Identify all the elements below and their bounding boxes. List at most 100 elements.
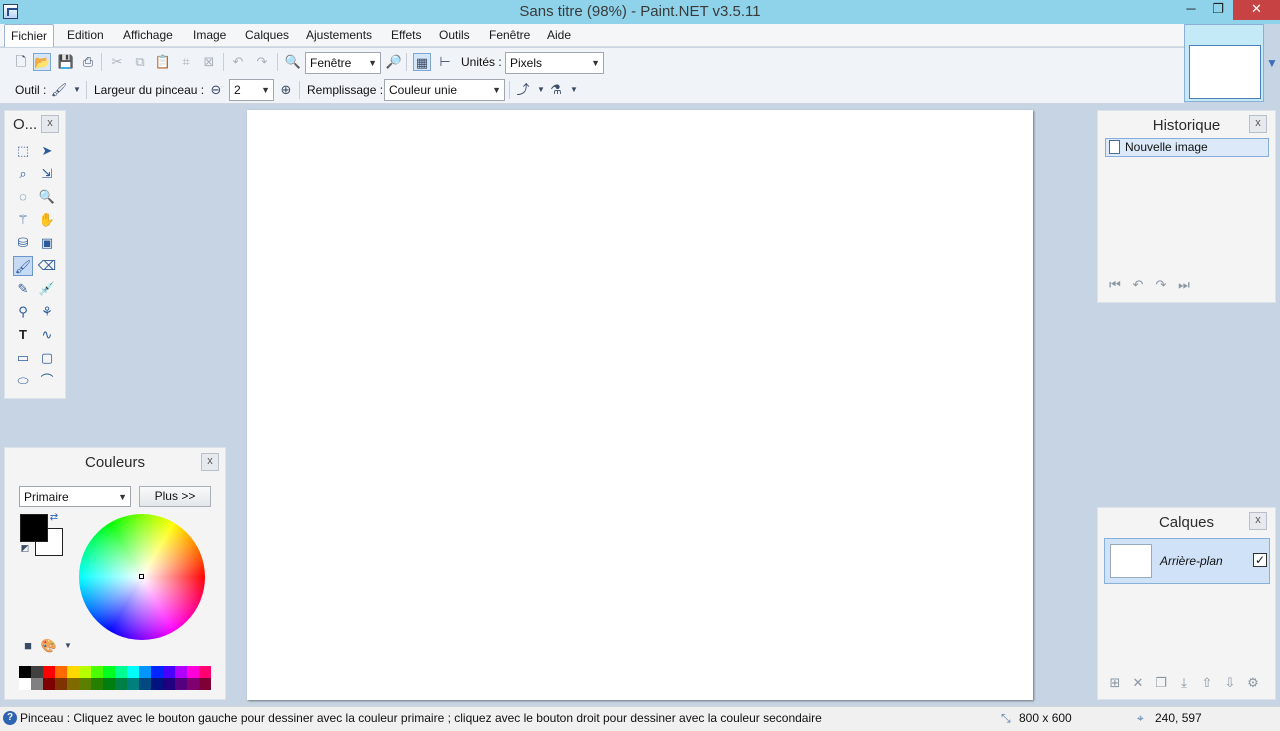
rectangle-shape-icon[interactable]: ▭ (13, 348, 33, 368)
palette-swatch[interactable] (163, 666, 175, 678)
save-icon[interactable]: 💾 (57, 53, 75, 71)
pencil-icon[interactable]: ✎ (13, 279, 33, 299)
freeform-shape-icon[interactable]: ⌒ (37, 371, 57, 391)
undo-icon[interactable]: ↶ (229, 53, 247, 71)
copy-icon[interactable]: ⧉ (131, 53, 149, 71)
palette-swatch[interactable] (175, 666, 187, 678)
zoom-out-icon[interactable]: 🔍 (284, 53, 302, 71)
palette-swatch[interactable] (67, 666, 79, 678)
move-layer-up-icon[interactable]: ⇧ (1198, 674, 1216, 692)
close-button[interactable]: ✕ (1233, 0, 1280, 20)
palette-dropdown-icon[interactable]: ▼ (59, 637, 77, 655)
palette-swatch[interactable] (31, 666, 43, 678)
reset-colors-icon[interactable]: ◩ (19, 542, 31, 554)
menu-outils[interactable]: Outils (433, 24, 476, 47)
menu-calques[interactable]: Calques (239, 24, 295, 47)
history-panel-close-button[interactable]: x (1249, 115, 1267, 133)
rectangle-select-icon[interactable]: ⬚ (13, 141, 33, 161)
palette-swatch[interactable] (187, 666, 199, 678)
line-curve-icon[interactable]: ∿ (37, 325, 57, 345)
magic-wand-icon[interactable]: ⚚ (13, 210, 33, 230)
layer-visibility-checkbox[interactable]: ✓ (1253, 553, 1267, 567)
palette-swatch[interactable] (115, 678, 127, 690)
palette-swatch[interactable] (115, 666, 127, 678)
palette-swatch[interactable] (79, 666, 91, 678)
palette-menu-icon[interactable]: 🎨 (40, 637, 58, 655)
palette-swatch[interactable] (31, 678, 43, 690)
image-canvas[interactable] (247, 110, 1033, 700)
fill-combo[interactable]: Couleur unie ▼ (384, 79, 505, 101)
recolor-icon[interactable]: ⚘ (37, 302, 57, 322)
move-selected-pixels-icon[interactable]: ➤ (37, 141, 57, 161)
maximize-button[interactable]: ❐ (1204, 0, 1232, 20)
palette-swatch[interactable] (103, 666, 115, 678)
units-combo[interactable]: Pixels ▼ (505, 52, 604, 74)
increase-width-icon[interactable]: ⊕ (277, 81, 295, 99)
rulers-icon[interactable]: ⊢ (436, 53, 454, 71)
palette-swatch[interactable] (19, 666, 31, 678)
minimize-button[interactable]: ─ (1177, 0, 1205, 20)
palette-swatch[interactable] (55, 678, 67, 690)
palette-swatch[interactable] (175, 678, 187, 690)
menu-ajustements[interactable]: Ajustements (300, 24, 378, 47)
palette-swatch[interactable] (151, 678, 163, 690)
history-item[interactable]: Nouvelle image (1105, 138, 1269, 157)
palette-swatch[interactable] (127, 666, 139, 678)
rewind-to-start-icon[interactable]: ⏮ (1106, 276, 1124, 294)
new-document-icon[interactable]: 🗋 (12, 53, 30, 71)
palette-swatch[interactable] (163, 678, 175, 690)
image-thumbnail-panel[interactable] (1184, 24, 1264, 102)
palette-swatch[interactable] (127, 678, 139, 690)
print-icon[interactable]: ⎙ (79, 53, 97, 71)
color-picker-icon[interactable]: 💉 (37, 279, 57, 299)
menu-image[interactable]: Image (187, 24, 232, 47)
gradient-icon[interactable]: ▣ (37, 233, 57, 253)
delete-layer-icon[interactable]: ✕ (1129, 674, 1147, 692)
menu-affichage[interactable]: Affichage (117, 24, 179, 47)
menu-aide[interactable]: Aide (541, 24, 577, 47)
paint-bucket-icon[interactable]: ⛁ (13, 233, 33, 253)
swap-colors-icon[interactable]: ⇄ (48, 512, 60, 524)
decrease-width-icon[interactable]: ⊖ (207, 81, 225, 99)
palette-swatch[interactable] (43, 678, 55, 690)
brush-width-combo[interactable]: 2 ▼ (229, 79, 274, 101)
layer-properties-icon[interactable]: ⚙ (1244, 674, 1262, 692)
move-layer-down-icon[interactable]: ⇩ (1221, 674, 1239, 692)
open-folder-icon[interactable]: 📂 (33, 53, 51, 71)
layers-panel-close-button[interactable]: x (1249, 512, 1267, 530)
palette-swatch[interactable] (103, 678, 115, 690)
thumbnail-dropdown-icon[interactable]: ▼ (1266, 56, 1278, 70)
color-palette[interactable] (19, 666, 212, 690)
current-tool-paintbrush-icon[interactable]: 🖌 (50, 81, 68, 99)
history-redo-icon[interactable]: ↷ (1152, 276, 1170, 294)
text-tool-icon[interactable]: T (13, 325, 33, 345)
grid-icon[interactable]: ▦ (413, 53, 431, 71)
tool-dropdown-icon[interactable]: ▼ (68, 81, 86, 99)
primary-color-swatch[interactable] (20, 514, 48, 542)
palette-swatch[interactable] (55, 666, 67, 678)
palette-swatch[interactable] (199, 666, 211, 678)
ellipse-shape-icon[interactable]: ⬭ (13, 371, 33, 391)
eraser-icon[interactable]: ⌫ (37, 256, 57, 276)
paintbrush-icon[interactable]: 🖌 (13, 256, 33, 276)
crop-icon[interactable]: ⌗ (177, 53, 195, 71)
palette-swatch[interactable] (139, 666, 151, 678)
palette-swatch[interactable] (19, 678, 31, 690)
layer-row[interactable]: Arrière-plan ✓ (1104, 538, 1270, 584)
fast-forward-to-end-icon[interactable]: ⏭ (1175, 276, 1193, 294)
ellipse-select-icon[interactable]: ◌ (13, 187, 33, 207)
rounded-rectangle-icon[interactable]: ▢ (37, 348, 57, 368)
clone-stamp-icon[interactable]: ⚲ (13, 302, 33, 322)
palette-swatch[interactable] (187, 678, 199, 690)
palette-swatch[interactable] (151, 666, 163, 678)
cut-icon[interactable]: ✂ (108, 53, 126, 71)
move-selection-icon[interactable]: ⇲ (37, 164, 57, 184)
menu-edition[interactable]: Edition (61, 24, 110, 47)
add-layer-icon[interactable]: ⊞ (1106, 674, 1124, 692)
palette-swatch[interactable] (67, 678, 79, 690)
redo-icon[interactable]: ↷ (253, 53, 271, 71)
colors-panel-close-button[interactable]: x (201, 453, 219, 471)
menu-fichier[interactable]: Fichier (4, 24, 55, 47)
zoom-in-icon[interactable]: 🔎 (385, 53, 403, 71)
palette-swatch[interactable] (199, 678, 211, 690)
